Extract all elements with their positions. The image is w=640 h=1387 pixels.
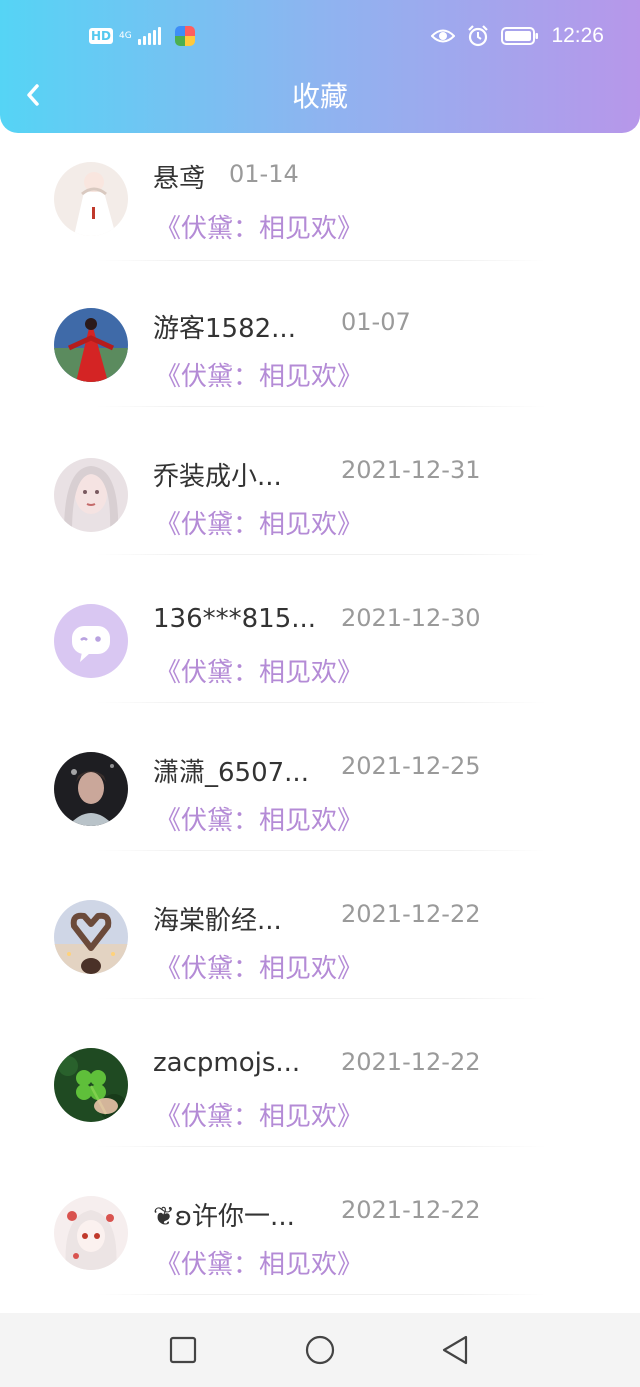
back-nav-button[interactable] <box>438 1333 472 1367</box>
list-item[interactable]: zacpmojs... 2021-12-22 《伏黛：相见欢》 <box>0 890 640 1147</box>
app-icon <box>174 26 195 46</box>
status-bar: HD 4G 12:26 <box>0 0 640 76</box>
list-item[interactable]: 136***815... 2021-12-30 《伏黛：相见欢》 <box>0 446 640 703</box>
header-bar: HD 4G 12:26 收藏 <box>0 0 640 133</box>
battery-icon <box>501 27 539 45</box>
signal-icon <box>137 27 161 45</box>
status-right: 12:26 <box>431 24 604 48</box>
favorite-date: 2021-12-22 <box>341 1196 481 1224</box>
clock: 12:26 <box>551 24 604 47</box>
hd-icon: HD <box>89 28 114 44</box>
divider <box>96 1294 546 1295</box>
home-button[interactable] <box>303 1333 337 1367</box>
network-label: 4G <box>119 30 132 41</box>
book-title-link[interactable]: 《伏黛：相见欢》 <box>155 1244 363 1281</box>
list-item[interactable]: 潇潇_6507... 2021-12-25 《伏黛：相见欢》 <box>0 594 640 851</box>
user-name: ❦ʚ许你一... <box>153 1202 295 1232</box>
circle-icon <box>305 1335 335 1365</box>
list-item[interactable]: ❦ʚ许你一... 2021-12-22 《伏黛：相见欢》 <box>0 1038 640 1295</box>
eye-icon <box>431 29 456 43</box>
status-left: HD 4G <box>89 26 195 46</box>
system-nav-bar <box>0 1313 640 1387</box>
avatar <box>54 1196 128 1270</box>
page-title: 收藏 <box>291 80 348 113</box>
triangle-back-icon <box>442 1335 468 1365</box>
alarm-icon <box>468 25 489 47</box>
list-item[interactable]: 海棠骱经... 2021-12-22 《伏黛：相见欢》 <box>0 742 640 999</box>
network-type: 4G <box>119 30 132 41</box>
list-item[interactable]: 乔装成小... 2021-12-31 《伏黛：相见欢》 <box>0 298 640 555</box>
square-icon <box>169 1336 197 1364</box>
favorites-screen: HD 4G 12:26 收藏 悬鸢 01-14 《伏黛：相见欢》 游客1582.… <box>0 0 640 1387</box>
list-item[interactable]: 游客1582... 01-07 《伏黛：相见欢》 <box>0 150 640 407</box>
recents-button[interactable] <box>166 1333 200 1367</box>
